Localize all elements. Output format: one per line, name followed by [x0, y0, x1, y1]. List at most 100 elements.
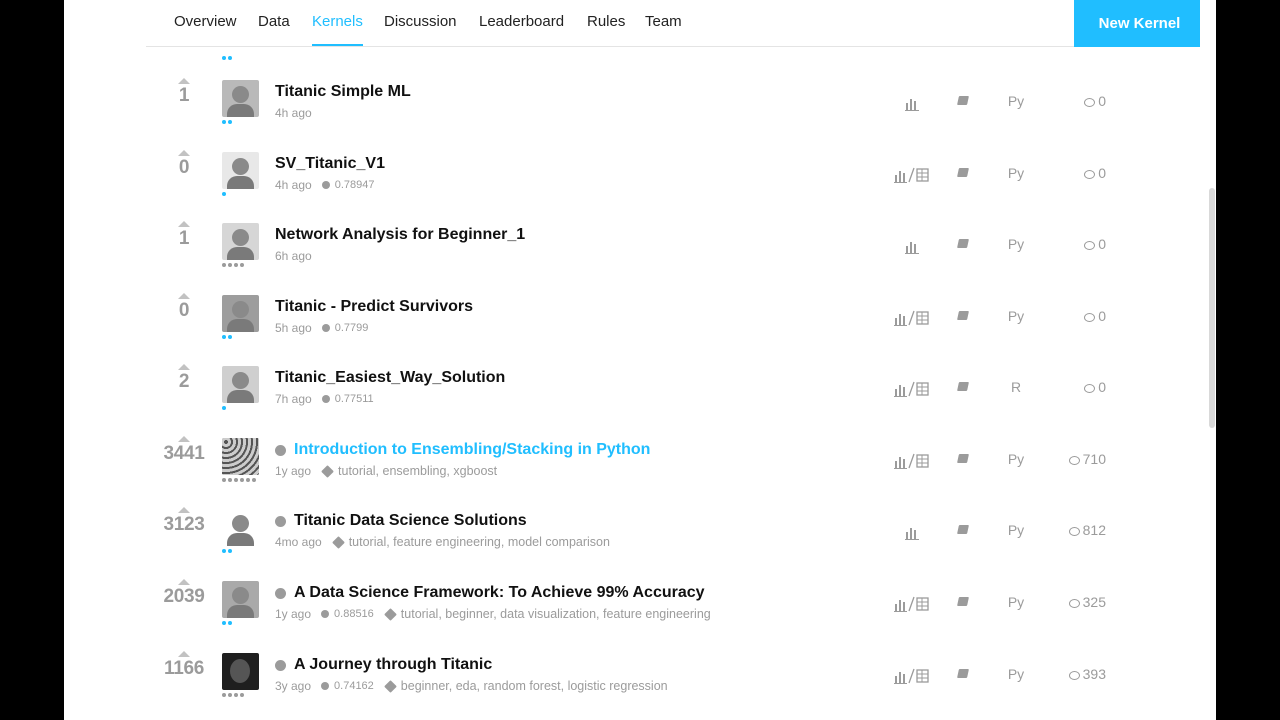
tab-leaderboard[interactable]: Leaderboard	[479, 13, 564, 30]
chart-table-output-icon	[894, 668, 929, 684]
upvote-arrow-icon[interactable]	[178, 293, 190, 299]
author-avatar[interactable]	[222, 581, 259, 618]
upvote-arrow-icon[interactable]	[178, 436, 190, 442]
notebook-type	[957, 669, 969, 678]
tag-list[interactable]: tutorial, feature engineering, model com…	[331, 535, 610, 549]
vote-count: 0	[178, 300, 190, 321]
kernel-row[interactable]: 2 Titanic_Easiest_Way_Solution 7h ago 0.7…	[146, 354, 1123, 425]
comment-count[interactable]: 812	[1051, 522, 1106, 538]
author-avatar[interactable]	[222, 80, 259, 117]
language-label: Py	[1007, 93, 1025, 109]
upvote-arrow-icon[interactable]	[178, 651, 190, 657]
upvote-arrow-icon[interactable]	[178, 221, 190, 227]
upvote-control[interactable]: 1	[146, 78, 222, 107]
upvote-control[interactable]: 0	[146, 150, 222, 179]
kernel-age: 1y ago	[275, 464, 312, 478]
comment-icon	[1068, 455, 1080, 465]
kernel-title[interactable]: Titanic Data Science Solutions	[275, 512, 527, 530]
tier-indicator	[222, 621, 232, 625]
notebook-icon	[957, 382, 969, 391]
notebook-type	[957, 311, 969, 320]
comment-icon	[1068, 526, 1080, 536]
tier-indicator	[222, 335, 232, 339]
tag-list[interactable]: tutorial, ensembling, xgboost	[321, 464, 497, 478]
tag-list[interactable]: beginner, eda, random forest, logistic r…	[383, 679, 668, 693]
comment-count[interactable]: 0	[1051, 93, 1106, 109]
tab-team[interactable]: Team	[645, 13, 682, 30]
kernel-title[interactable]: A Data Science Framework: To Achieve 99%…	[275, 584, 705, 602]
kernel-row[interactable]: 2039 A Data Science Framework: To Achiev…	[146, 569, 1123, 640]
kernel-title[interactable]: Titanic_Easiest_Way_Solution	[275, 369, 505, 387]
upvote-control[interactable]: 2	[146, 364, 222, 393]
notebook-type	[957, 168, 969, 177]
upvote-arrow-icon[interactable]	[178, 579, 190, 585]
tag-list[interactable]: tutorial, beginner, data visualization, …	[383, 607, 711, 621]
tag-icon	[321, 464, 334, 478]
comment-count[interactable]: 0	[1051, 165, 1106, 181]
upvote-arrow-icon[interactable]	[178, 150, 190, 156]
tier-indicator	[222, 693, 244, 697]
score-badge: 0.77511	[321, 393, 374, 405]
comment-count[interactable]: 710	[1051, 451, 1106, 467]
author-avatar[interactable]	[222, 152, 259, 189]
comment-count[interactable]: 0	[1051, 379, 1106, 395]
kernel-row[interactable]: 0 Titanic - Predict Survivors 5h ago 0.77…	[146, 283, 1123, 354]
kernel-row[interactable]: 1 Titanic Simple ML 4h ago Py 0	[146, 68, 1123, 139]
kernel-row[interactable]: 3123 Titanic Data Science Solutions 4mo …	[146, 497, 1123, 568]
upvote-control[interactable]: 3123	[146, 507, 222, 536]
author-avatar[interactable]	[222, 509, 259, 546]
kernel-title[interactable]: Introduction to Ensembling/Stacking in P…	[275, 441, 650, 459]
upvote-control[interactable]: 1166	[146, 651, 222, 680]
output-type	[894, 310, 934, 326]
language-label: R	[1010, 379, 1022, 395]
tab-kernels[interactable]: Kernels	[312, 13, 363, 46]
upvote-control[interactable]: 1	[146, 221, 222, 250]
kernel-row[interactable]: 1 Network Analysis for Beginner_1 6h ago…	[146, 211, 1123, 282]
vote-count: 2	[178, 371, 190, 392]
comment-count[interactable]: 325	[1051, 594, 1106, 610]
upvote-arrow-icon[interactable]	[178, 507, 190, 513]
medal-icon	[275, 444, 286, 456]
upvote-control[interactable]: 2039	[146, 579, 222, 608]
comment-count[interactable]: 0	[1051, 236, 1106, 252]
tab-overview[interactable]: Overview	[174, 13, 237, 30]
page: Overview Data Kernels Discussion Leaderb…	[64, 0, 1216, 720]
scrollbar-thumb[interactable]	[1209, 188, 1215, 428]
tier-indicator	[222, 478, 256, 482]
kernel-row[interactable]: 1166 A Journey through Titanic 3y ago 0.7…	[146, 641, 1123, 712]
vote-count: 3123	[163, 514, 205, 535]
author-avatar[interactable]	[222, 438, 259, 475]
comment-count[interactable]: 0	[1051, 308, 1106, 324]
kernel-age: 4h ago	[275, 106, 312, 120]
score-badge: 0.74162	[321, 680, 374, 692]
chart-output-icon	[905, 528, 919, 540]
kernel-title[interactable]: Titanic Simple ML	[275, 83, 411, 101]
chart-table-output-icon	[894, 453, 929, 469]
notebook-icon	[957, 96, 969, 105]
notebook-icon	[957, 597, 969, 606]
author-avatar[interactable]	[222, 653, 259, 690]
kernel-row[interactable]: 3441 Introduction to Ensembling/Stacking…	[146, 426, 1123, 497]
kernel-title[interactable]: Network Analysis for Beginner_1	[275, 226, 525, 244]
comment-count[interactable]: 393	[1051, 666, 1106, 682]
kernel-row[interactable]: 0 SV_Titanic_V1 4h ago 0.78947 Py 0	[146, 140, 1123, 211]
tab-data[interactable]: Data	[258, 13, 290, 30]
tab-rules[interactable]: Rules	[587, 13, 625, 30]
tab-discussion[interactable]: Discussion	[384, 13, 457, 30]
upvote-control[interactable]: 3441	[146, 436, 222, 465]
author-avatar[interactable]	[222, 223, 259, 260]
new-kernel-button[interactable]: New Kernel	[1074, 0, 1205, 47]
tier-indicator	[222, 120, 232, 124]
kernel-title[interactable]: A Journey through Titanic	[275, 656, 492, 674]
author-avatar[interactable]	[222, 295, 259, 332]
upvote-control[interactable]: 0	[146, 293, 222, 322]
vote-count: 0	[178, 157, 190, 178]
kernel-title[interactable]: SV_Titanic_V1	[275, 155, 385, 173]
notebook-icon	[957, 525, 969, 534]
upvote-arrow-icon[interactable]	[178, 78, 190, 84]
kernel-age: 7h ago	[275, 392, 312, 406]
upvote-arrow-icon[interactable]	[178, 364, 190, 370]
kernel-title[interactable]: Titanic - Predict Survivors	[275, 298, 473, 316]
output-type	[894, 167, 934, 183]
author-avatar[interactable]	[222, 366, 259, 403]
